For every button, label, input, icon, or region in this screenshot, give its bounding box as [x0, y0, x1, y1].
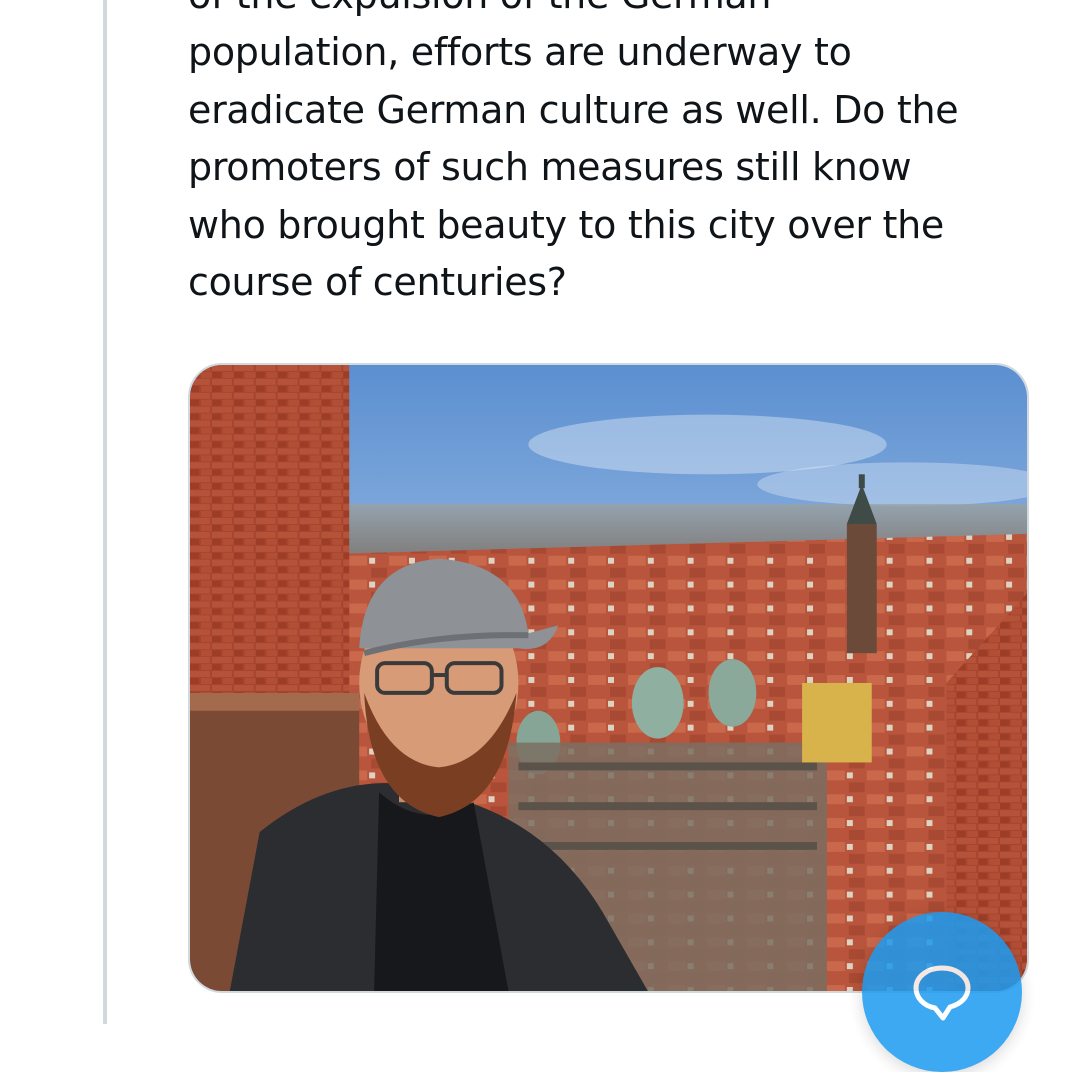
reply-bubble-icon [913, 965, 971, 1021]
selfie-cityscape-photo [190, 365, 1027, 991]
tweet-text-line: eradicate German culture as well. Do the [188, 87, 959, 132]
tweet-text: of the expulsion of the German populatio… [188, 0, 1018, 311]
reply-button[interactable] [862, 912, 1022, 1072]
tweet-text-line: of the expulsion of the German [188, 0, 1018, 24]
tweet-text-line: population, efforts are underway to [188, 30, 852, 75]
tweet-text-line: who brought beauty to this city over the [188, 202, 944, 247]
tweet-text-line: promoters of such measures still know [188, 145, 912, 190]
thread-connector-line [103, 0, 107, 1024]
tweet-text-line: course of centuries? [188, 260, 567, 305]
tweet-photo[interactable] [188, 363, 1029, 993]
